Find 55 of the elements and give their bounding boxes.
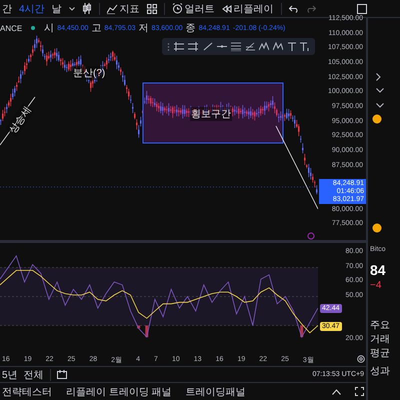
status-dot (31, 26, 36, 30)
chevron-down-icon[interactable] (376, 103, 384, 108)
angle-icon[interactable] (245, 42, 256, 51)
panel-tab[interactable]: 리플레이 트레이딩 패널 (66, 384, 172, 398)
chart-line-icon[interactable] (106, 4, 118, 14)
replay-marker-icon[interactable] (308, 232, 314, 240)
grid-icon[interactable] (146, 4, 157, 14)
price-text: 84 (370, 262, 386, 278)
expand-icon[interactable] (355, 387, 364, 396)
chevron-down-icon[interactable] (376, 88, 384, 93)
channel-icon[interactable] (174, 42, 184, 51)
alarm-clock-icon[interactable] (172, 3, 183, 14)
candlestick-icon[interactable] (82, 3, 92, 14)
chart-annotation: 분산(?) (72, 66, 106, 80)
chevron-up-icon[interactable] (332, 388, 341, 394)
range-annotation: 횡보구간 (190, 107, 232, 121)
section-title: 거래 (370, 333, 390, 346)
exchange-name: ANCE (0, 24, 22, 32)
caret-icon[interactable] (68, 6, 75, 10)
ohlc-label: 종 (186, 22, 196, 35)
zigzag-icon[interactable] (259, 42, 270, 51)
range-button[interactable]: 전체 (24, 368, 44, 382)
change-text: −4 (370, 280, 382, 291)
replay-button[interactable]: 리플레이 (222, 2, 274, 16)
trend-line (0, 96, 36, 146)
text-tool-icon[interactable] (300, 42, 310, 51)
grip-icon[interactable] (167, 42, 170, 50)
timeframe-tab[interactable]: 4시간 (19, 2, 45, 16)
redo-icon[interactable] (306, 4, 316, 12)
timeframe-tab[interactable]: 간 (2, 2, 12, 16)
chevron-right-icon[interactable] (376, 73, 381, 81)
panel-tab[interactable]: 전략테스터 (2, 384, 52, 398)
ohlc-label: 고 (91, 22, 102, 35)
coin-icon (372, 223, 382, 233)
panel-tab[interactable]: 트레이딩패널 (186, 384, 246, 398)
coin-icon (372, 114, 382, 124)
rewind-icon[interactable] (222, 4, 232, 12)
ohlc-label: 저 (138, 22, 149, 35)
settings-icon[interactable] (357, 355, 365, 363)
channel-icon[interactable] (188, 42, 198, 51)
range-button[interactable]: 5년 (2, 368, 18, 382)
line-icon[interactable] (202, 42, 213, 51)
ohlc-label: 시 (44, 22, 54, 35)
indicators-button[interactable]: 지표 (106, 2, 140, 16)
timeframe-tab[interactable]: 날 (52, 2, 62, 16)
undo-icon[interactable] (288, 4, 299, 12)
fullscreen-icon[interactable] (357, 4, 367, 14)
alert-button[interactable]: 얼러트 (172, 2, 215, 16)
text-tool-icon[interactable] (288, 42, 296, 51)
calendar-icon[interactable] (56, 370, 67, 379)
section-title: 평균 (370, 347, 390, 360)
zigzag-icon[interactable] (273, 42, 284, 51)
section-title: 성과 (370, 365, 390, 378)
stacked-lines-icon[interactable] (230, 42, 241, 51)
section-title: 주요 (370, 319, 390, 332)
